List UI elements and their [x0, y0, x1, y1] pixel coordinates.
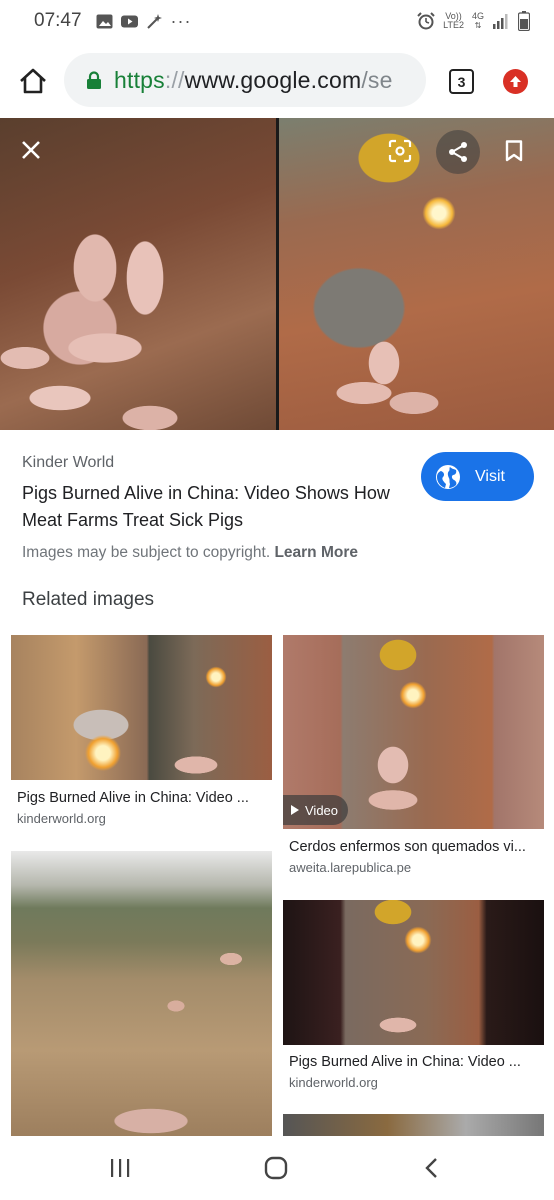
play-icon	[291, 805, 299, 815]
related-image-card[interactable]	[11, 851, 272, 1136]
source-name: Kinder World	[22, 454, 115, 471]
signal-icon	[493, 14, 508, 29]
lock-icon	[87, 71, 101, 89]
share-icon[interactable]	[436, 130, 480, 174]
related-image-domain: kinderworld.org	[17, 811, 106, 826]
related-image-title[interactable]: Pigs Burned Alive in China: Video ...	[17, 790, 267, 806]
system-navigation-bar	[0, 1136, 554, 1200]
related-image-thumbnail[interactable]	[11, 635, 272, 780]
tab-count: 3	[457, 73, 466, 90]
battery-icon	[518, 11, 530, 31]
url-host: www.google.com	[184, 66, 362, 93]
related-image-thumbnail[interactable]	[283, 900, 544, 1045]
visit-label: Visit	[475, 467, 505, 485]
close-icon[interactable]	[9, 128, 53, 172]
related-images-heading: Related images	[22, 589, 155, 610]
related-image-title[interactable]: Cerdos enfermos son quemados vi...	[289, 839, 541, 855]
globe-icon	[436, 464, 460, 489]
copyright-text: Images may be subject to copyright.	[22, 544, 271, 561]
network-indicator: 4G ⇅	[471, 11, 484, 31]
recent-apps-icon[interactable]	[100, 1154, 140, 1182]
related-image-domain: kinderworld.org	[289, 1075, 378, 1090]
lte-label: LTE2	[443, 20, 464, 30]
status-notification-icons: ···	[96, 11, 192, 32]
url-scheme: https	[114, 66, 165, 93]
google-lens-icon[interactable]	[378, 129, 422, 173]
related-image-domain: aweita.larepublica.pe	[289, 860, 412, 875]
bookmark-icon[interactable]	[492, 129, 536, 173]
volte-indicator: Vo)) LTE2	[443, 12, 464, 30]
url-path: /se	[361, 66, 393, 93]
status-system-icons: Vo)) LTE2 4G ⇅	[417, 11, 530, 31]
data-arrows-icon: ⇅	[474, 21, 482, 30]
learn-more-link[interactable]: Learn More	[274, 544, 358, 561]
url-separator: ://	[164, 66, 185, 93]
home-nav-icon[interactable]	[256, 1154, 296, 1182]
copyright-notice: Images may be subject to copyright. Lear…	[22, 544, 358, 562]
related-image-card[interactable]: Pigs Burned Alive in China: Video ... ki…	[283, 900, 544, 1100]
video-badge: Video	[283, 795, 349, 825]
related-image-thumbnail[interactable]	[283, 1114, 544, 1136]
url-text: https://www.google.com/se	[114, 67, 393, 94]
network-label: 4G	[471, 11, 484, 21]
status-bar: 07:47 ··· Vo)) LTE2 4G ⇅	[0, 0, 554, 42]
preview-image[interactable]	[0, 118, 554, 430]
related-image-card[interactable]: Video Cerdos enfermos son quemados vi...…	[283, 635, 544, 885]
status-time: 07:47	[34, 10, 82, 31]
url-bar[interactable]: https://www.google.com/se	[64, 53, 426, 107]
home-icon[interactable]	[18, 66, 48, 96]
browser-toolbar: https://www.google.com/se 3	[0, 42, 554, 118]
alarm-icon	[417, 12, 435, 30]
youtube-icon	[120, 15, 138, 27]
back-icon[interactable]	[411, 1154, 451, 1182]
related-image-thumbnail[interactable]	[11, 851, 272, 1136]
tab-switcher-button[interactable]: 3	[449, 69, 474, 94]
update-icon[interactable]	[503, 69, 528, 94]
video-badge-label: Video	[305, 802, 339, 818]
related-image-card[interactable]	[283, 1114, 544, 1136]
image-title[interactable]: Pigs Burned Alive in China: Video Shows …	[22, 480, 402, 534]
magic-wand-icon	[146, 13, 162, 29]
related-image-card[interactable]: Pigs Burned Alive in China: Video ... ki…	[11, 635, 272, 835]
related-image-thumbnail[interactable]: Video	[283, 635, 544, 829]
related-image-title[interactable]: Pigs Burned Alive in China: Video ...	[289, 1054, 539, 1070]
more-dots-icon: ···	[170, 10, 192, 31]
visit-button[interactable]: Visit	[421, 452, 534, 501]
gallery-icon	[96, 14, 113, 28]
